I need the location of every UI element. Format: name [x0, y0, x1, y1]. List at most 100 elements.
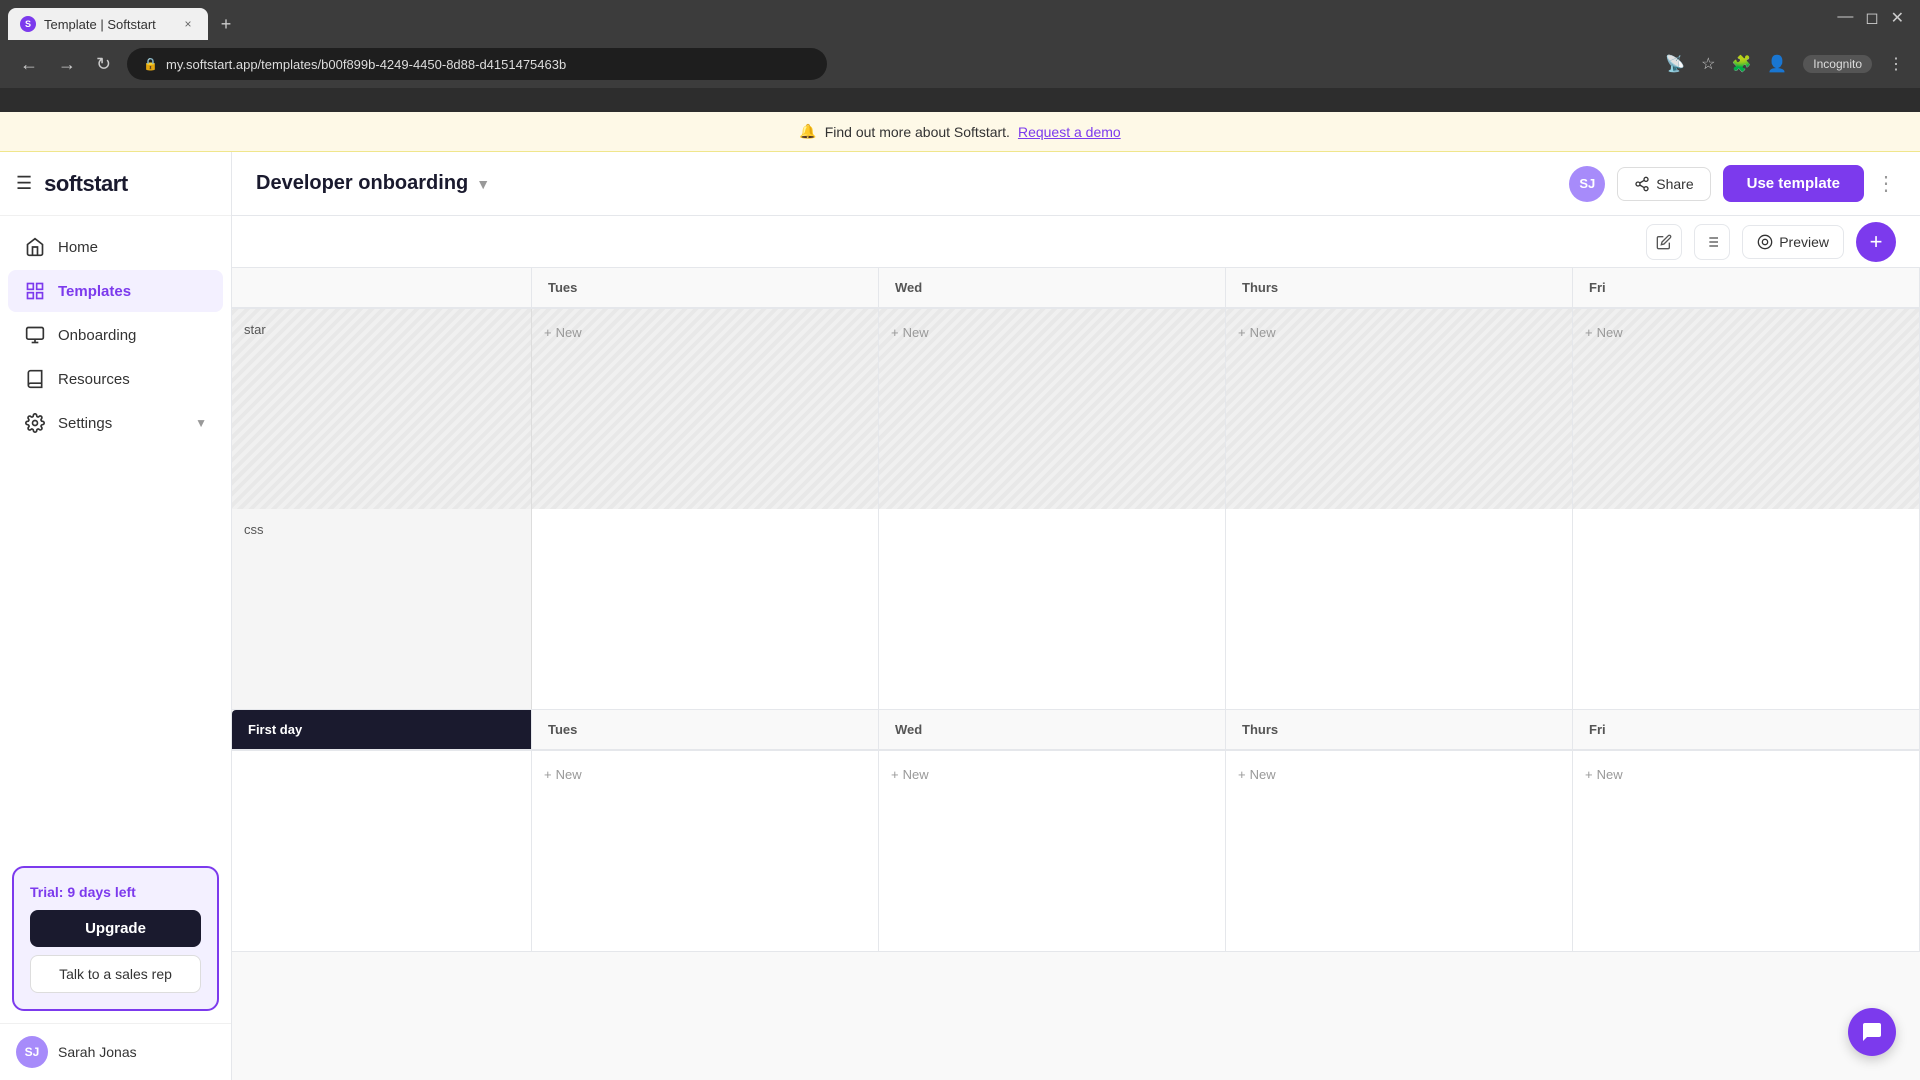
- cal-label-css: css: [232, 509, 532, 709]
- extensions-icon[interactable]: 🧩: [1731, 54, 1751, 74]
- browser-toolbar: 📡 ☆ 🧩 👤 Incognito ⋮: [1665, 54, 1904, 74]
- menu-icon[interactable]: ⋮: [1888, 54, 1904, 74]
- share-icon: [1634, 176, 1650, 192]
- reload-button[interactable]: ↻: [92, 50, 115, 79]
- banner-text: Find out more about Softstart.: [825, 124, 1010, 140]
- address-text: my.softstart.app/templates/b00f899b-4249…: [166, 57, 566, 72]
- page-title: Developer onboarding: [256, 172, 468, 195]
- user-initials-avatar: SJ: [1569, 166, 1605, 202]
- sidebar-item-resources[interactable]: Resources: [8, 358, 223, 400]
- logo: softstart: [44, 171, 128, 197]
- minimize-button[interactable]: —: [1837, 8, 1853, 28]
- browser-tab[interactable]: S Template | Softstart ×: [8, 8, 208, 40]
- address-bar[interactable]: 🔒 my.softstart.app/templates/b00f899b-42…: [127, 48, 827, 80]
- col-header-tues-2: Tues: [532, 710, 879, 751]
- notification-banner: 🔔 Find out more about Softstart. Request…: [0, 112, 1920, 152]
- cal-label-star: star: [232, 309, 532, 509]
- new-item-s2-thurs[interactable]: +New: [1238, 763, 1560, 786]
- back-button[interactable]: ←: [16, 50, 42, 79]
- preview-label: Preview: [1779, 234, 1829, 250]
- header-right: SJ Share Use template ⋮: [1569, 165, 1896, 202]
- upgrade-button[interactable]: Upgrade: [30, 910, 201, 947]
- preview-icon: [1757, 234, 1773, 250]
- col-header-thurs: Thurs: [1226, 268, 1573, 309]
- sidebar-item-settings[interactable]: Settings ▼: [8, 402, 223, 444]
- profile-icon[interactable]: 👤: [1767, 54, 1787, 74]
- row-label-star: star: [244, 314, 266, 345]
- hamburger-icon[interactable]: ☰: [16, 173, 32, 194]
- cal-cell-css-fri: [1573, 509, 1920, 709]
- filter-icon-button[interactable]: [1694, 224, 1730, 260]
- user-row: SJ Sarah Jonas: [0, 1023, 231, 1080]
- preview-button[interactable]: Preview: [1742, 225, 1844, 259]
- trial-box: Trial: 9 days left Upgrade Talk to a sal…: [12, 866, 219, 1011]
- add-button[interactable]: +: [1856, 222, 1896, 262]
- cal-cell-firstday-main: [232, 751, 532, 951]
- cast-icon[interactable]: 📡: [1665, 54, 1685, 74]
- col-header-wed: Wed: [879, 268, 1226, 309]
- settings-icon: [24, 412, 46, 434]
- row-label-css: css: [244, 514, 264, 545]
- share-button[interactable]: Share: [1617, 167, 1710, 201]
- sidebar-item-templates[interactable]: Templates: [8, 270, 223, 312]
- bookmark-icon[interactable]: ☆: [1701, 54, 1715, 74]
- resources-icon: [24, 368, 46, 390]
- new-item-star-wed[interactable]: +New: [891, 321, 1213, 344]
- sidebar-item-home[interactable]: Home: [8, 226, 223, 268]
- sidebar-item-onboarding[interactable]: Onboarding: [8, 314, 223, 356]
- new-tab-button[interactable]: +: [212, 10, 240, 38]
- tab-favicon: S: [20, 16, 36, 32]
- home-icon: [24, 236, 46, 258]
- sidebar-item-label-home: Home: [58, 239, 98, 256]
- cal-cell-star-wed: +New: [879, 309, 1226, 509]
- main-header: Developer onboarding ▼ SJ Share Use temp…: [232, 152, 1920, 216]
- edit-icon: [1656, 234, 1672, 250]
- close-button[interactable]: ✕: [1891, 8, 1904, 28]
- cal-cell-star-thurs: +New: [1226, 309, 1573, 509]
- new-item-star-thurs[interactable]: +New: [1238, 321, 1560, 344]
- filter-icon: [1704, 234, 1720, 250]
- request-demo-link[interactable]: Request a demo: [1018, 124, 1121, 140]
- use-template-button[interactable]: Use template: [1723, 165, 1864, 202]
- chat-bubble[interactable]: [1848, 1008, 1896, 1056]
- sales-rep-button[interactable]: Talk to a sales rep: [30, 955, 201, 993]
- tab-close-button[interactable]: ×: [180, 16, 196, 32]
- col-header-wed-2: Wed: [879, 710, 1226, 751]
- templates-icon: [24, 280, 46, 302]
- col-header-fri-2: Fri: [1573, 710, 1920, 751]
- cal-cell-s2-wed: +New: [879, 751, 1226, 951]
- trial-text: Trial: 9 days left: [30, 884, 201, 900]
- main-content: Developer onboarding ▼ SJ Share Use temp…: [232, 152, 1920, 1080]
- sidebar-navigation: Home Templates: [0, 216, 231, 854]
- page-title-row: Developer onboarding ▼: [256, 172, 1557, 195]
- cal-cell-css-tues: [532, 509, 879, 709]
- cal-cell-s2-thurs: +New: [1226, 751, 1573, 951]
- edit-icon-button[interactable]: [1646, 224, 1682, 260]
- chevron-down-icon: ▼: [195, 416, 207, 430]
- cal-cell-star-fri: +New: [1573, 309, 1920, 509]
- user-name: Sarah Jonas: [58, 1044, 137, 1060]
- cal-cell-css-wed: [879, 509, 1226, 709]
- new-item-s2-wed[interactable]: +New: [891, 763, 1213, 786]
- calendar-area: Tues Wed Thurs Fri star +New: [232, 268, 1920, 1080]
- tab-title: Template | Softstart: [44, 17, 156, 32]
- new-item-s2-tues[interactable]: +New: [544, 763, 866, 786]
- avatar: SJ: [16, 1036, 48, 1068]
- banner-emoji: 🔔: [799, 123, 816, 140]
- new-item-star-fri[interactable]: +New: [1585, 321, 1907, 344]
- new-item-star-tues[interactable]: +New: [544, 321, 866, 344]
- cal-cell-s2-fri: +New: [1573, 751, 1920, 951]
- calendar-section-2: First day Tues Wed Thurs Fri +New +Ne: [232, 710, 1920, 952]
- maximize-button[interactable]: ◻: [1865, 8, 1878, 28]
- forward-button[interactable]: →: [54, 50, 80, 79]
- new-item-s2-fri[interactable]: +New: [1585, 763, 1907, 786]
- more-options-icon[interactable]: ⋮: [1876, 171, 1896, 196]
- col-header-tues: Tues: [532, 268, 879, 309]
- title-dropdown-icon[interactable]: ▼: [476, 176, 490, 192]
- col-header-first-day: First day: [232, 710, 532, 751]
- sidebar-item-label-templates: Templates: [58, 283, 131, 300]
- calendar-grid-1: Tues Wed Thurs Fri star +New: [232, 268, 1920, 710]
- col-header-thurs-2: Thurs: [1226, 710, 1573, 751]
- cal-cell-star-tues: +New: [532, 309, 879, 509]
- share-label: Share: [1656, 176, 1693, 192]
